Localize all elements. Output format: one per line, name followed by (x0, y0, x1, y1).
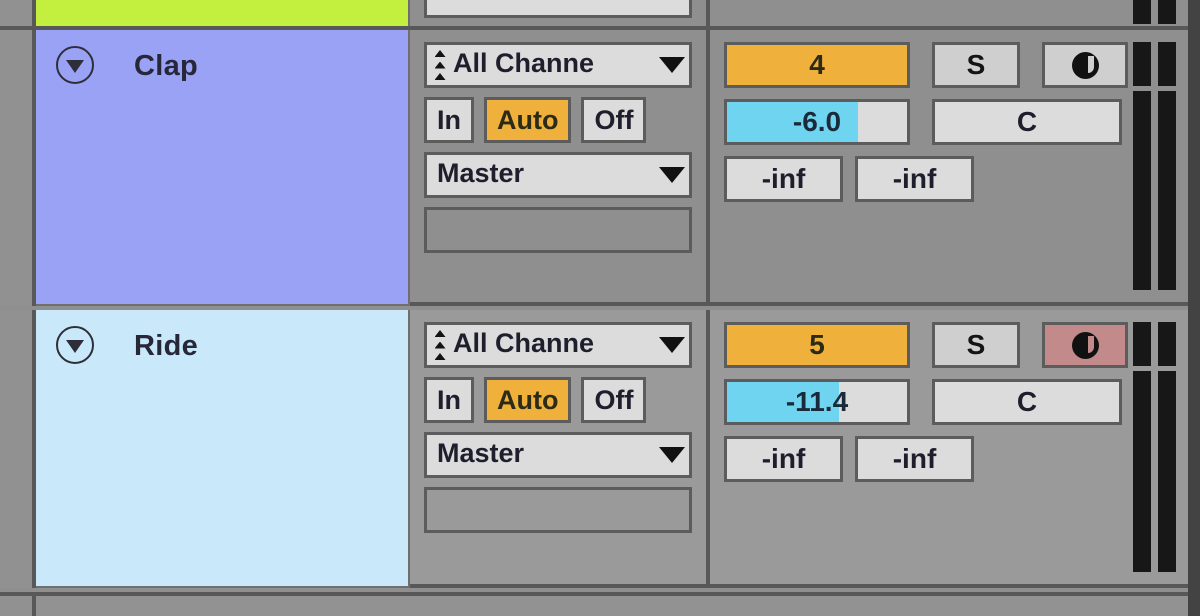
chevron-down-icon (659, 447, 685, 463)
send-b-knob[interactable]: -inf (855, 436, 974, 482)
level-meter (1133, 322, 1176, 572)
input-channel-chooser[interactable]: All Channe (424, 42, 692, 88)
meter-clip-indicator[interactable] (1133, 322, 1151, 366)
monitor-section: In Auto Off (424, 377, 692, 423)
meter-bar (1133, 371, 1151, 572)
send-a-knob[interactable]: -inf (724, 436, 843, 482)
output-routing-chooser[interactable]: Master (424, 152, 692, 198)
volume-value: -11.4 (785, 386, 849, 417)
mixer-sends-row: -inf -inf (724, 436, 1200, 482)
meter-clip-indicator[interactable] (1133, 0, 1151, 24)
mixer-top-row: 4 S (724, 42, 1200, 88)
triangle-glyph (66, 59, 84, 73)
record-arm-button[interactable] (1042, 322, 1128, 368)
meter-right (1158, 322, 1176, 572)
level-meter (1133, 42, 1176, 290)
record-arm-icon (1071, 331, 1099, 359)
meter-right (1158, 0, 1176, 24)
mixer-level-row: -11.4 C (724, 379, 1200, 425)
right-edge (1188, 0, 1200, 616)
track-gutter (0, 596, 36, 616)
meter-left (1133, 0, 1151, 24)
output-routing-chooser[interactable]: Master (424, 432, 692, 478)
output-routing-label: Master (437, 158, 525, 188)
solo-button[interactable]: S (932, 322, 1020, 368)
meter-left (1133, 42, 1151, 290)
monitor-off-button[interactable]: Off (581, 377, 647, 423)
track-activator-button[interactable]: 5 (724, 322, 910, 368)
input-chooser-partial[interactable] (424, 0, 692, 18)
chevron-down-icon (659, 167, 685, 183)
track-activator-button[interactable]: 4 (724, 42, 910, 88)
track-name-label[interactable]: Ride (134, 330, 198, 363)
output-sub-routing-chooser[interactable] (424, 207, 692, 253)
monitor-section: In Auto Off (424, 97, 692, 143)
monitor-in-button[interactable]: In (424, 377, 474, 423)
track-row: Ride All Channe In Auto Off Master 5 S -… (0, 310, 1200, 588)
input-channel-label: All Channe (453, 50, 595, 78)
track-row-partial (0, 0, 1200, 26)
meter-clip-indicator[interactable] (1158, 322, 1176, 366)
meter-left (1133, 322, 1151, 572)
triangle-down-icon[interactable] (56, 46, 94, 84)
pan-slider[interactable]: C (932, 379, 1122, 425)
send-b-knob[interactable]: -inf (855, 156, 974, 202)
track-name-panel[interactable]: Ride (36, 310, 410, 588)
bottom-strip-body (36, 596, 1200, 616)
monitor-off-button[interactable]: Off (581, 97, 647, 143)
volume-slider[interactable]: -11.4 (724, 379, 910, 425)
io-panel: All Channe In Auto Off Master (410, 30, 710, 306)
output-sub-routing-chooser[interactable] (424, 487, 692, 533)
input-channel-chooser[interactable]: All Channe (424, 322, 692, 368)
midi-routing-icon (433, 330, 447, 360)
meter-clip-indicator[interactable] (1158, 0, 1176, 24)
mixer-sends-row: -inf -inf (724, 156, 1200, 202)
record-arm-button[interactable] (1042, 42, 1128, 88)
meter-bar (1158, 371, 1176, 572)
meter-right (1158, 42, 1176, 290)
volume-slider[interactable]: -6.0 (724, 99, 910, 145)
track-gutter (0, 310, 36, 588)
monitor-auto-button[interactable]: Auto (484, 377, 572, 423)
track-name-panel-partial[interactable] (36, 0, 410, 26)
meter-bar (1158, 91, 1176, 290)
mixer-panel-partial (710, 0, 1200, 26)
meter-bar (1133, 91, 1151, 290)
track-row: Clap All Channe In Auto Off Master 4 S -… (0, 30, 1200, 306)
session-mixer: Clap All Channe In Auto Off Master 4 S -… (0, 0, 1200, 616)
record-arm-icon (1071, 51, 1099, 79)
track-gutter (0, 30, 36, 306)
triangle-down-icon[interactable] (56, 326, 94, 364)
solo-button[interactable]: S (932, 42, 1020, 88)
meter-clip-indicator[interactable] (1158, 42, 1176, 86)
volume-value: -6.0 (792, 106, 842, 137)
bottom-strip (0, 596, 1200, 616)
triangle-glyph (66, 339, 84, 353)
midi-routing-icon (433, 50, 447, 80)
io-panel-partial (410, 0, 710, 26)
mixer-top-row: 5 S (724, 322, 1200, 368)
track-gutter (0, 0, 36, 26)
monitor-in-button[interactable]: In (424, 97, 474, 143)
input-channel-label: All Channe (453, 330, 595, 358)
send-a-knob[interactable]: -inf (724, 156, 843, 202)
monitor-auto-button[interactable]: Auto (484, 97, 572, 143)
track-name-panel[interactable]: Clap (36, 30, 410, 306)
mixer-level-row: -6.0 C (724, 99, 1200, 145)
meter-clip-indicator[interactable] (1133, 42, 1151, 86)
mixer-panel: 4 S -6.0 C -inf -inf (710, 30, 1200, 306)
chevron-down-icon (659, 337, 685, 353)
output-routing-label: Master (437, 438, 525, 468)
mixer-panel: 5 S -11.4 C -inf -inf (710, 310, 1200, 588)
level-meter-partial (1133, 0, 1176, 24)
io-panel: All Channe In Auto Off Master (410, 310, 710, 588)
track-name-label[interactable]: Clap (134, 50, 198, 83)
chevron-down-icon (659, 57, 685, 73)
pan-slider[interactable]: C (932, 99, 1122, 145)
